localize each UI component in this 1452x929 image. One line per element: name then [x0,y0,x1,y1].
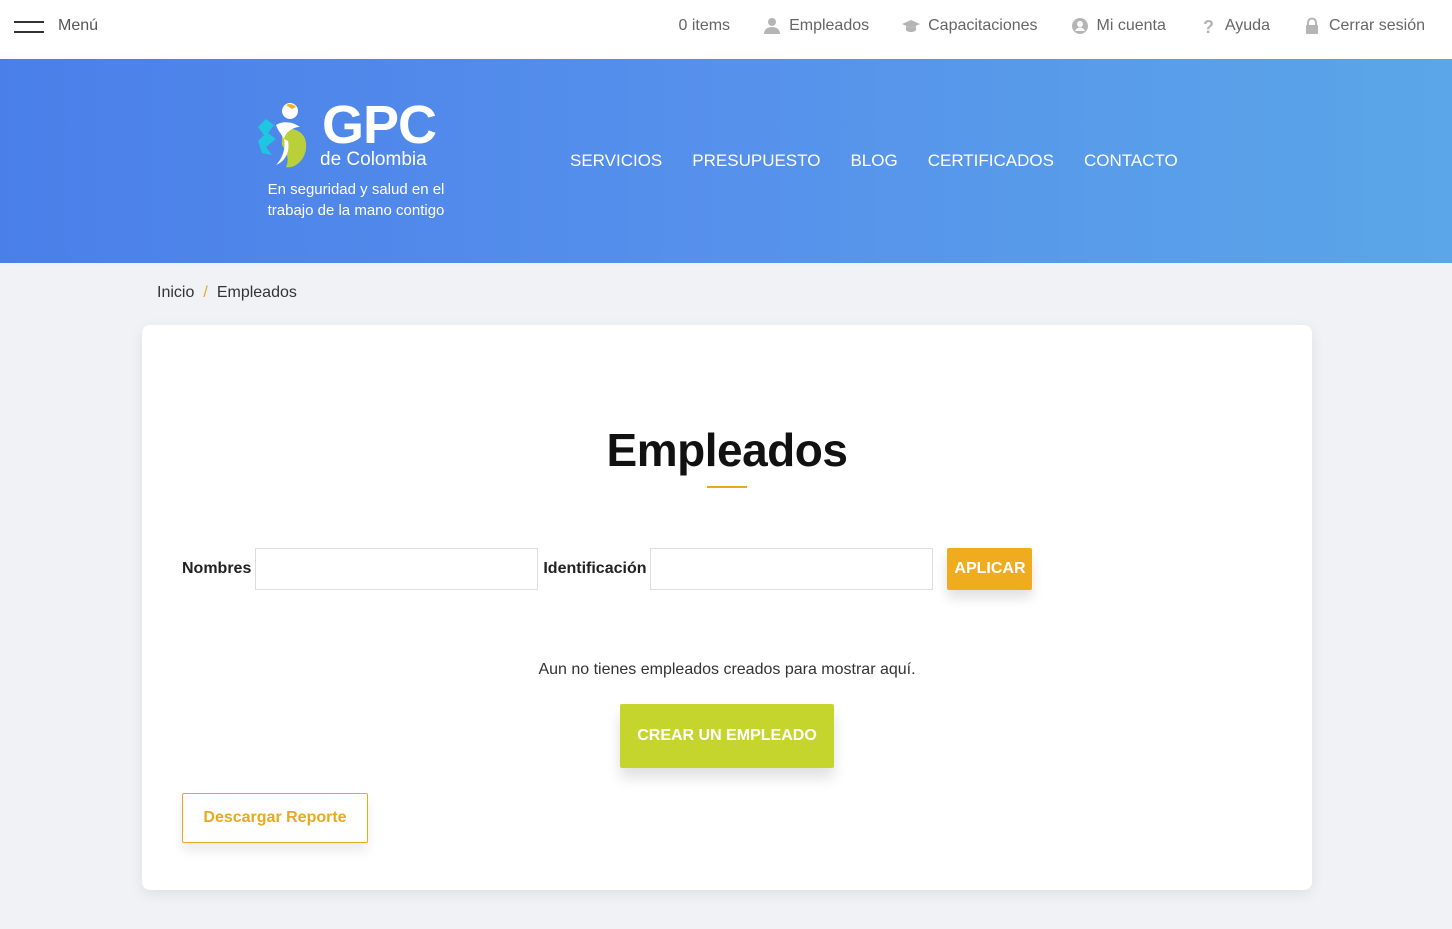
identification-label: Identificación [543,560,647,577]
account-link[interactable]: Mi cuenta [1071,17,1166,35]
download-report-button[interactable]: Descargar Reporte [182,793,368,843]
filter-form: Nombres Identificación APLICAR [182,548,1033,590]
breadcrumb-home[interactable]: Inicio [157,284,194,302]
question-icon: ? [1199,17,1217,35]
breadcrumb: Inicio / Empleados [157,284,297,302]
menu-label: Menú [58,17,99,34]
nav-certificados[interactable]: CERTIFICADOS [928,151,1054,171]
employees-panel: Empleados Nombres Identificación APLICAR… [142,325,1312,890]
menu-button[interactable]: Menú [14,17,98,35]
graduation-cap-icon [902,17,921,35]
logout-link[interactable]: Cerrar sesión [1303,17,1425,35]
nav-presupuesto[interactable]: PRESUPUESTO [692,151,820,171]
page-title: Empleados [606,424,848,476]
nav-servicios[interactable]: SERVICIOS [570,151,662,171]
identification-input[interactable] [650,548,934,590]
help-link[interactable]: ? Ayuda [1199,17,1270,35]
user-icon [763,17,781,35]
names-input[interactable] [255,548,539,590]
site-header: GPC de Colombia En seguridad y salud en … [0,59,1452,263]
empty-state-message: Aun no tienes empleados creados para mos… [538,661,916,678]
brand-logo[interactable]: GPC de Colombia [256,97,456,179]
main-navigation: SERVICIOS PRESUPUESTO BLOG CERTIFICADOS … [570,151,1208,171]
breadcrumb-current: Empleados [216,284,297,301]
nav-blog[interactable]: BLOG [850,151,897,171]
employees-link[interactable]: Empleados [763,17,869,35]
logout-link-label: Cerrar sesión [1328,17,1425,34]
lock-icon [1303,17,1321,35]
create-employee-button[interactable]: CREAR UN EMPLEADO [620,704,834,768]
account-circle-icon [1071,17,1089,35]
title-underline [707,486,747,488]
logo-wordmark: GPC [322,95,437,155]
cart-link[interactable]: 0 items [678,17,730,35]
help-link-label: Ayuda [1224,17,1270,34]
apply-filter-button[interactable]: APLICAR [947,548,1033,590]
brand-tagline: En seguridad y salud en el trabajo de la… [267,181,445,219]
nav-contacto[interactable]: CONTACTO [1084,151,1178,171]
logo-mark-icon [258,103,307,168]
trainings-link-label: Capacitaciones [928,17,1038,34]
hamburger-icon [14,19,44,33]
names-label: Nombres [182,560,252,577]
breadcrumb-separator: / [203,284,208,301]
cart-items-label: 0 items [678,17,731,34]
employees-link-label: Empleados [789,17,870,34]
user-links: 0 items Empleados Capacitaciones Mi cuen… [678,17,1425,35]
logo-subtitle: de Colombia [320,149,427,170]
trainings-link[interactable]: Capacitaciones [902,17,1038,35]
svg-text:?: ? [1203,17,1214,35]
account-link-label: Mi cuenta [1096,17,1166,34]
top-bar: Menú 0 items Empleados Capacitaciones Mi… [0,0,1452,59]
